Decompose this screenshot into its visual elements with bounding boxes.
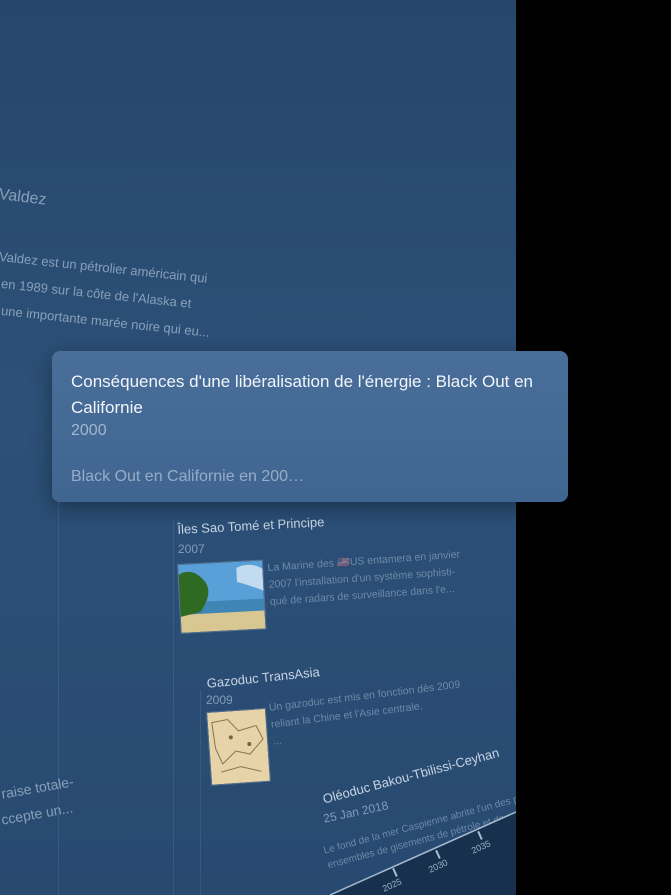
card-description: Black Out en Californie en 200… (71, 468, 305, 485)
card-title: Conséquences d'une libéralisation de l'é… (71, 372, 534, 417)
app-screen: Valdez Valdez est un pétrolier américain… (0, 0, 671, 895)
card-year: 2000 (71, 422, 107, 439)
event-detail-card[interactable]: Conséquences d'une libéralisation de l'é… (52, 351, 568, 502)
